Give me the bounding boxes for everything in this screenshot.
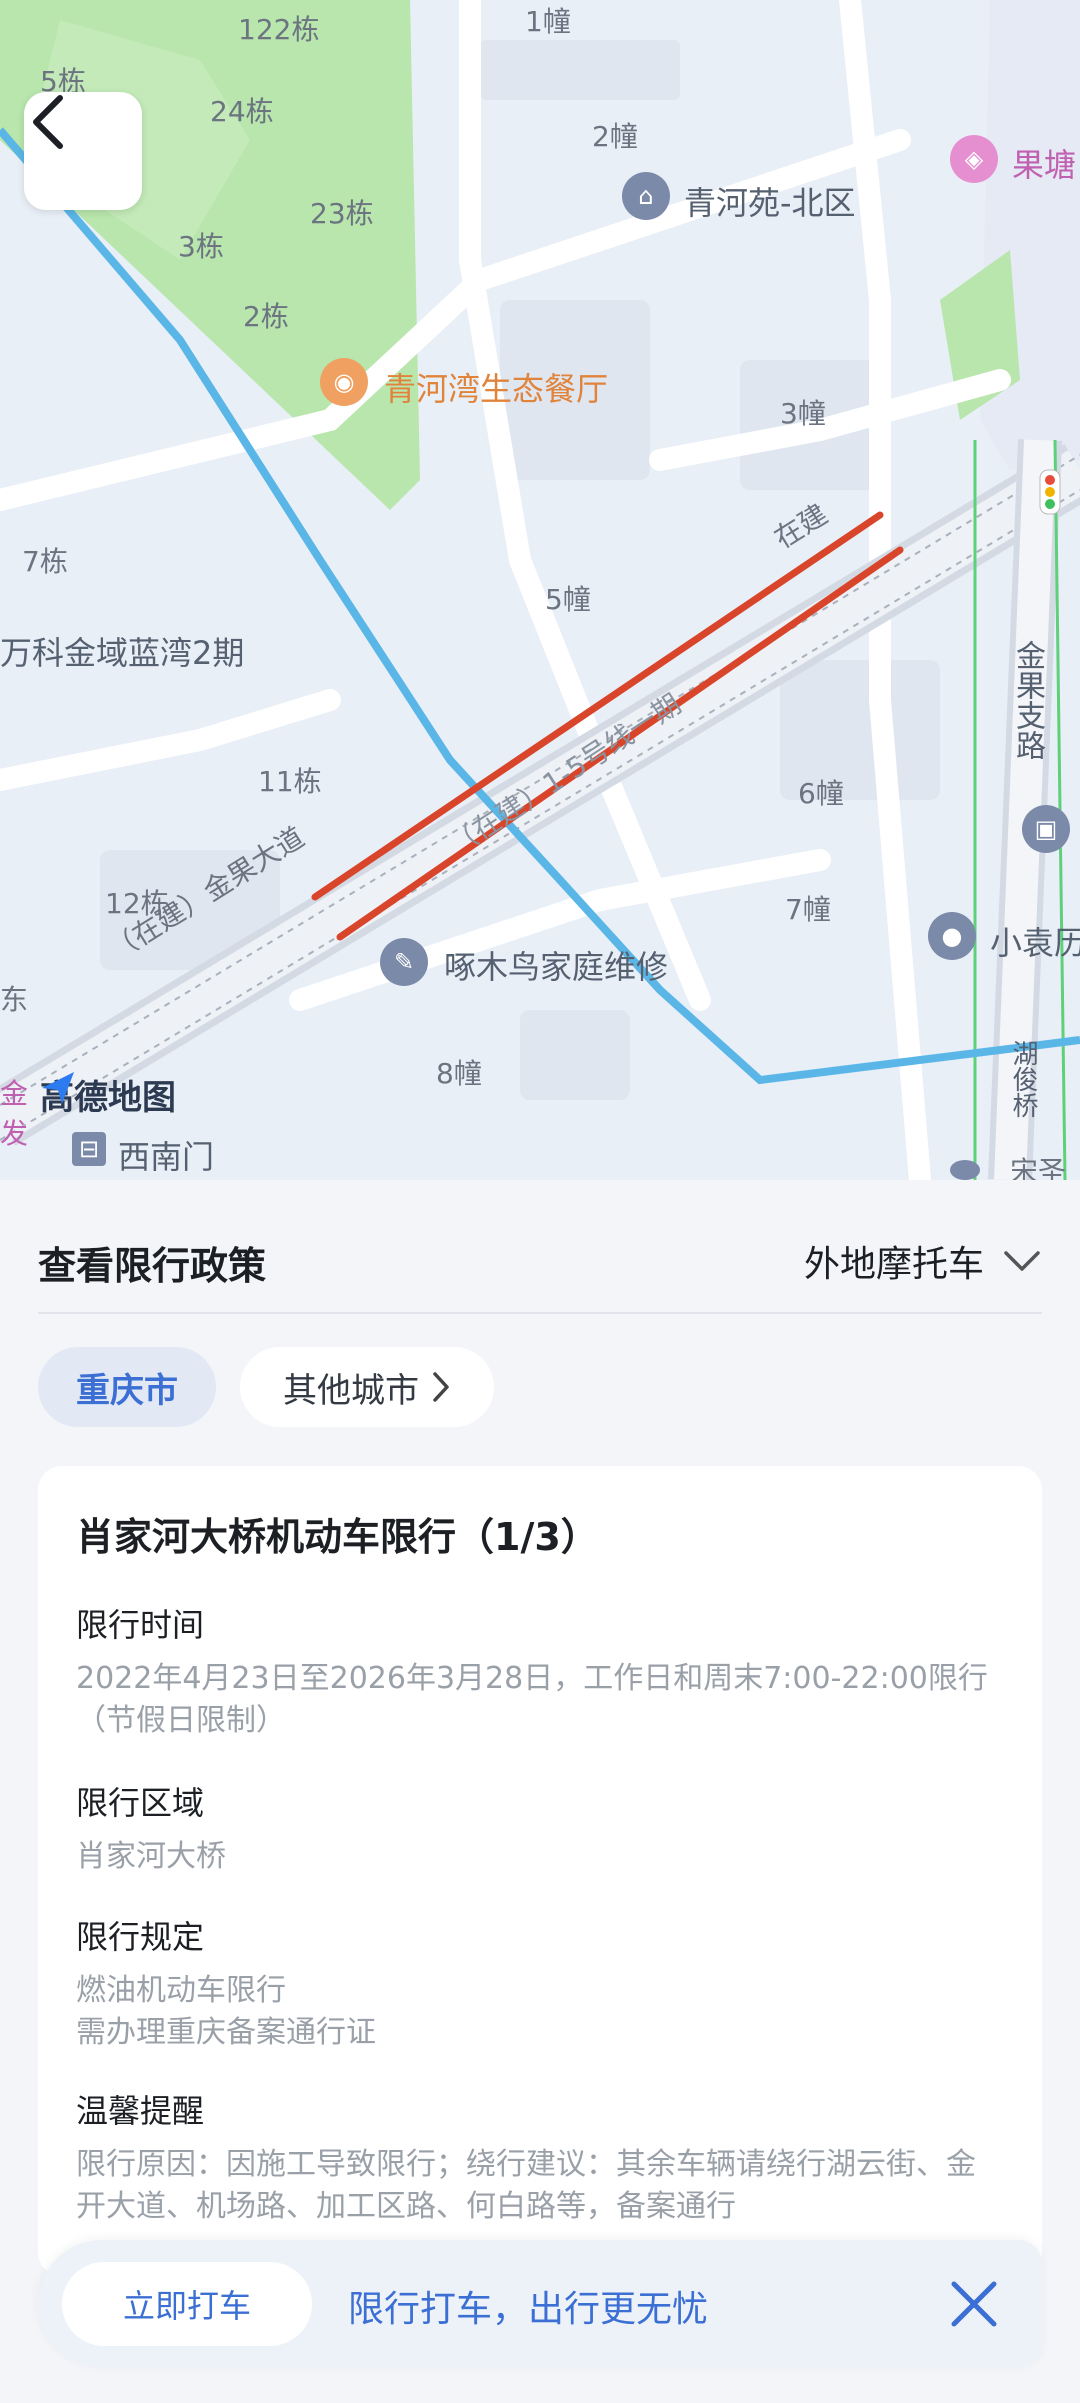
parking-icon[interactable]: ▣	[1022, 805, 1070, 853]
close-icon[interactable]	[944, 2274, 1004, 2334]
vehicle-type-selector[interactable]: 外地摩托车	[804, 1235, 1042, 1287]
promo-slogan: 限行打车，出行更无忧	[348, 2289, 709, 2330]
chevron-left-icon	[33, 95, 63, 149]
map-label-repair[interactable]: 啄木鸟家庭维修	[444, 942, 668, 988]
map-label-dong: 东	[0, 983, 29, 1016]
map-label-building: 7幢	[785, 893, 831, 926]
rule-section-line2: 需办理重庆备案通行证	[76, 2015, 376, 2050]
tip-section-text: 限行原因：因施工导致限行；绕行建议：其余车辆请绕行湖云街、金开大道、机场路、加工…	[76, 2147, 976, 2224]
map-view[interactable]: 1幢 122栋 5栋 24栋 23栋 3栋 2栋 2幢 3幢 7栋 5幢 11栋…	[0, 0, 1080, 1180]
map-label-building: 122栋	[238, 13, 320, 46]
map-canvas	[0, 0, 1080, 1180]
map-label-xiaoyuan[interactable]: 小袁历	[990, 918, 1080, 964]
back-button[interactable]	[24, 92, 142, 210]
amap-logo-icon	[42, 1072, 74, 1104]
other-cities-label: 其他城市	[283, 1370, 419, 1411]
restaurant-icon[interactable]: ◉	[320, 358, 368, 406]
time-section-title: 限行时间	[76, 1606, 205, 1644]
map-label-restaurant[interactable]: 青河湾生态餐厅	[384, 364, 608, 410]
map-label-building: 11栋	[258, 765, 322, 798]
map-label-fa: 发	[0, 1117, 29, 1150]
map-label-building: 2栋	[243, 300, 289, 333]
gate-icon: ⊟	[72, 1132, 106, 1166]
map-label-qinghe[interactable]: 青河苑-北区	[684, 178, 856, 224]
restriction-title: 肖家河大桥机动车限行（1/3）	[76, 1515, 599, 1559]
map-label-building: 3幢	[780, 397, 826, 430]
chevron-right-icon	[433, 1372, 449, 1402]
area-section-title: 限行区域	[76, 1784, 205, 1822]
map-label-building: 1幢	[525, 5, 571, 38]
map-label-building: 3栋	[178, 230, 224, 263]
amap-logo: 高德地图	[40, 1070, 176, 1119]
city-tab-label: 重庆市	[76, 1370, 178, 1411]
restriction-card: 肖家河大桥机动车限行（1/3） 限行时间 2022年4月23日至2026年3月2…	[38, 1466, 1042, 2276]
rule-section-line1: 燃油机动车限行	[76, 1973, 286, 2008]
area-section-text: 肖家河大桥	[76, 1839, 226, 1874]
place-icon[interactable]: ●	[928, 912, 976, 960]
map-label-building: 8幢	[436, 1057, 482, 1090]
residential-icon[interactable]: ⌂	[622, 172, 670, 220]
other-cities-button[interactable]: 其他城市	[240, 1347, 494, 1427]
city-tab-chongqing[interactable]: 重庆市	[38, 1347, 216, 1427]
call-taxi-label: 立即打车	[122, 2287, 251, 2325]
map-label-building: 6幢	[798, 777, 844, 810]
repair-icon[interactable]: ✎	[380, 938, 428, 986]
map-label-jinguo-branch: 金果支路	[1010, 640, 1045, 760]
map-label-building: 2幢	[592, 120, 638, 153]
vehicle-type-label: 外地摩托车	[803, 1244, 984, 1285]
map-label-jin: 金	[0, 1077, 29, 1110]
map-label-xinanmen[interactable]: 西南门	[118, 1132, 214, 1178]
map-label-guotang[interactable]: 果塘	[1012, 140, 1076, 186]
map-label-song: 宋圣	[1010, 1155, 1067, 1180]
shop-icon[interactable]: ◈	[950, 135, 998, 183]
map-label-building: 5幢	[545, 583, 591, 616]
panel-title: 查看限行政策	[38, 1244, 267, 1288]
map-label-building: 24栋	[210, 95, 274, 128]
map-label-building: 7栋	[22, 545, 68, 578]
chevron-down-icon	[1004, 1251, 1040, 1271]
map-label-lanwan[interactable]: 万科金域蓝湾2期	[0, 628, 244, 674]
call-taxi-button[interactable]: 立即打车	[62, 2262, 312, 2346]
map-label-hujunqiao: 湖俊桥	[1008, 1040, 1038, 1118]
tip-section-title: 温馨提醒	[76, 2092, 205, 2130]
place-icon	[950, 1160, 980, 1180]
rule-section-title: 限行规定	[76, 1918, 205, 1956]
map-label-building: 23栋	[310, 197, 374, 230]
divider	[38, 1312, 1042, 1314]
taxi-promo-bar: 立即打车 限行打车，出行更无忧	[38, 2240, 1042, 2368]
time-section-text: 2022年4月23日至2026年3月28日，工作日和周末7:00-22:00限行…	[76, 1661, 988, 1738]
panel-header: 查看限行政策 外地摩托车	[38, 1235, 1042, 1315]
